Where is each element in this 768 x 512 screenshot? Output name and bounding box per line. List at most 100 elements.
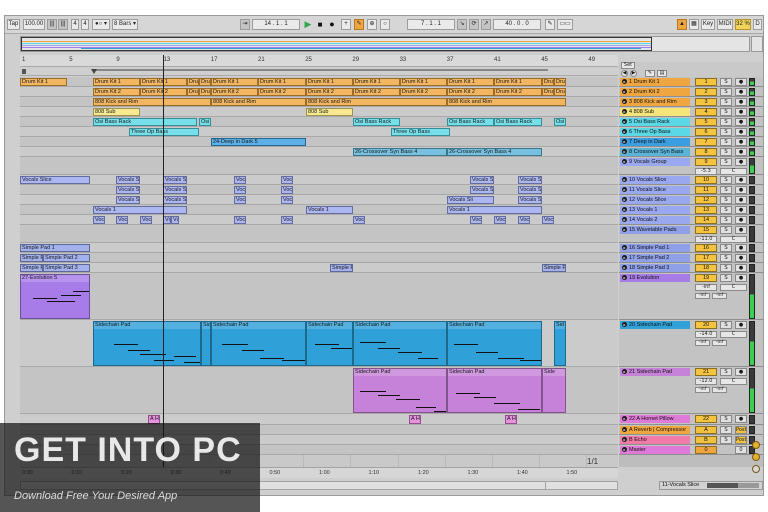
arrangement-clip[interactable]: Drum	[199, 88, 211, 96]
track-name[interactable]: 19 Evolution	[620, 274, 690, 282]
track-name[interactable]: 16 Simple Pad 1	[620, 244, 690, 252]
arrangement-clip[interactable]: Simple Pa	[20, 264, 43, 272]
pan-field[interactable]: C	[720, 168, 747, 175]
beat-time-ruler[interactable]: 1 5 9 13 17 21 25 29 33 37 41 45 49	[20, 55, 618, 67]
arrangement-clip[interactable]: Osi	[199, 118, 211, 126]
pan-field[interactable]: C	[720, 236, 747, 243]
arm-button[interactable]: ●	[735, 264, 747, 272]
arm-button[interactable]: ●	[735, 78, 747, 86]
volume-field[interactable]: -5.3	[695, 168, 717, 175]
track-lane[interactable]	[20, 253, 618, 263]
arm-button[interactable]: ●	[735, 88, 747, 96]
follow-button[interactable]: ⇥	[240, 19, 250, 30]
arrangement-clip[interactable]: Drum Kit 2	[353, 88, 400, 96]
solo-button[interactable]: S	[720, 88, 732, 96]
automation-arm-button[interactable]: ✎	[354, 19, 364, 30]
track-activator-button[interactable]: 4	[695, 108, 717, 116]
arrangement-clip[interactable]: Voc	[140, 216, 152, 224]
arrangement-clip[interactable]: Sidechain Pad	[353, 321, 447, 366]
solo-button[interactable]: S	[720, 216, 732, 224]
track-header[interactable]: 6 Three Op Bass ▸ 6 S ●	[619, 127, 763, 137]
track-fold-icon[interactable]: ▸	[622, 369, 627, 374]
arrangement-clip[interactable]: 808 Kick and Rim	[306, 98, 447, 106]
arrangement-clip[interactable]: Drum Kit 1	[353, 78, 400, 86]
track-fold-icon[interactable]: ▸	[622, 437, 627, 442]
track-activator-button[interactable]: 6	[695, 128, 717, 136]
solo-button[interactable]: S	[720, 206, 732, 214]
solo-button[interactable]: S	[720, 128, 732, 136]
send-level-field[interactable]: -inf	[695, 293, 710, 299]
solo-button[interactable]: S	[720, 426, 732, 434]
arrangement-clip[interactable]: Drum Kit 1	[400, 78, 447, 86]
arrangement-clip[interactable]: Vocals Sli	[470, 176, 494, 184]
arrangement-clip[interactable]: Voc	[281, 216, 293, 224]
reenable-automation-button[interactable]: ⊕	[367, 19, 377, 30]
arrangement-view-icon[interactable]	[752, 441, 760, 449]
post-fader-button[interactable]: Post	[735, 426, 747, 434]
arrangement-clip[interactable]: Simple Pad 1	[20, 244, 90, 252]
track-fold-icon[interactable]: ▸	[622, 89, 627, 94]
track-activator-button[interactable]: 3	[695, 98, 717, 106]
arrangement-clip[interactable]: Voc	[281, 196, 293, 204]
track-activator-button[interactable]: 20	[695, 321, 717, 329]
metronome-button[interactable]: ●○ ▾	[92, 19, 110, 30]
arm-button[interactable]: ●	[735, 176, 747, 184]
arrangement-clip[interactable]: Simple Pad 3	[43, 264, 90, 272]
track-name[interactable]: 22 A Hornet Pillow	[620, 415, 690, 423]
track-activator-button[interactable]: 16	[695, 244, 717, 252]
track-activator-button[interactable]: 7	[695, 138, 717, 146]
track-activator-button[interactable]: 21	[695, 368, 717, 376]
arrangement-clip[interactable]: Simple Pad 2	[43, 254, 90, 262]
arrangement-clip[interactable]: Voc	[234, 196, 246, 204]
arrangement-clip[interactable]: A Ho	[409, 415, 421, 424]
key-map-button[interactable]: Key	[701, 19, 715, 30]
track-name[interactable]: 18 Simple Pad 3	[620, 264, 690, 272]
track-activator-button[interactable]: 17	[695, 254, 717, 262]
draw-automation-icon[interactable]: ✎	[645, 70, 655, 77]
tap-button[interactable]: Tap	[7, 19, 20, 30]
track-lane[interactable]	[20, 157, 618, 175]
track-name[interactable]: 6 Three Op Bass	[620, 128, 690, 136]
arrangement-clip[interactable]: Three Op Bass	[129, 128, 199, 136]
solo-button[interactable]: S	[720, 368, 732, 376]
arrangement-clip[interactable]: Drum Kit 2	[211, 88, 258, 96]
detail-view-icon[interactable]	[752, 465, 760, 473]
arm-button[interactable]: ●	[735, 321, 747, 329]
arm-button[interactable]: ●	[735, 206, 747, 214]
track-name[interactable]: 7 Deep in Dark	[620, 138, 690, 146]
arrangement-clip[interactable]: 808 Sub	[306, 108, 353, 116]
track-header[interactable]: 8 Crossover Syn Bass ▸ 8 S ●	[619, 147, 763, 157]
track-fold-icon[interactable]: ▸	[622, 197, 627, 202]
stop-icon[interactable]: ■	[315, 19, 325, 30]
capture-midi-button[interactable]: ○	[380, 19, 390, 30]
track-activator-button[interactable]: 0	[695, 446, 717, 454]
track-lane[interactable]	[20, 243, 618, 253]
arm-button[interactable]: ●	[735, 368, 747, 376]
track-header[interactable]: 18 Simple Pad 3 ▸ 18 S ●	[619, 263, 763, 273]
solo-button[interactable]: S	[720, 244, 732, 252]
arrangement-clip[interactable]: Sid	[554, 321, 566, 366]
arm-button[interactable]: ●	[735, 244, 747, 252]
arrangement-clip[interactable]: Drum	[187, 88, 199, 96]
track-fold-icon[interactable]: ▸	[622, 149, 627, 154]
track-fold-icon[interactable]: ▸	[622, 187, 627, 192]
track-name[interactable]: 4 808 Sub	[620, 108, 690, 116]
key-map-mode-icon[interactable]: ▦	[689, 19, 699, 30]
arrangement-clip[interactable]: Sidechain Pad	[93, 321, 201, 366]
loop-start-field[interactable]: 7 . 1 . 1	[407, 19, 455, 30]
arm-button[interactable]: ●	[735, 415, 747, 423]
arrangement-clip[interactable]: Sidechain Pad	[306, 321, 353, 366]
arrangement-clip[interactable]: Drum Kit 2	[258, 88, 306, 96]
arrangement-clip[interactable]: 808 Kick and Rim	[93, 98, 211, 106]
arm-button[interactable]: ●	[735, 148, 747, 156]
solo-button[interactable]: S	[720, 254, 732, 262]
volume-field[interactable]: -14.0	[695, 331, 717, 338]
pan-field[interactable]: C	[720, 284, 747, 291]
track-header[interactable]: 16 Simple Pad 1 ▸ 16 S ●	[619, 243, 763, 253]
track-header[interactable]: B Echo ▸ B S Post	[619, 435, 763, 445]
arrangement-clip[interactable]: 27-Evolution 5	[20, 274, 90, 319]
arm-button[interactable]: ●	[735, 108, 747, 116]
play-icon[interactable]: ▶	[303, 19, 313, 30]
solo-button[interactable]: S	[720, 78, 732, 86]
fold-tracks-icon[interactable]: ▤	[657, 70, 667, 77]
